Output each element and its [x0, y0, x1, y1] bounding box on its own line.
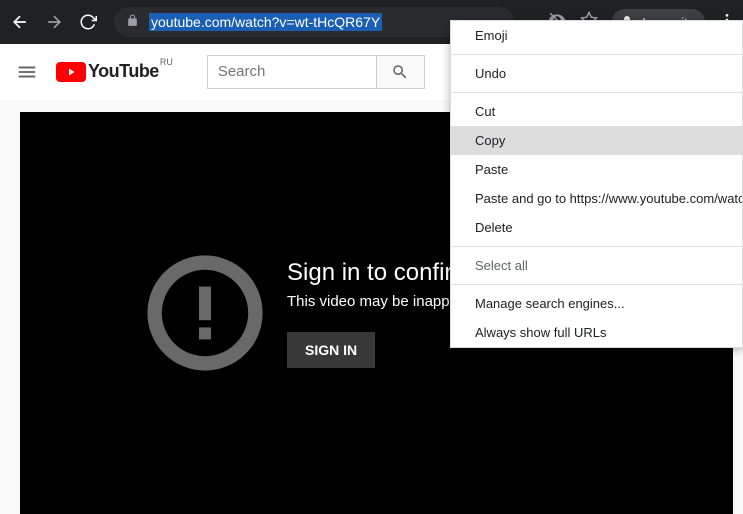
exclamation-icon — [145, 253, 265, 373]
forward-button[interactable] — [42, 10, 66, 34]
search-container — [207, 55, 425, 89]
youtube-logo[interactable]: YouTube RU — [56, 61, 159, 82]
menu-separator — [451, 92, 742, 93]
youtube-logo-text: YouTube — [88, 61, 159, 82]
hamburger-menu-icon[interactable] — [16, 61, 38, 83]
context-menu: Emoji Undo Cut Copy Paste Paste and go t… — [450, 20, 743, 348]
reload-button[interactable] — [76, 10, 100, 34]
menu-item-copy[interactable]: Copy — [451, 126, 742, 155]
menu-separator — [451, 54, 742, 55]
back-button[interactable] — [8, 10, 32, 34]
menu-item-undo[interactable]: Undo — [451, 59, 742, 88]
menu-separator — [451, 246, 742, 247]
url-text[interactable]: youtube.com/watch?v=wt-tHcQR67Y — [149, 13, 382, 31]
menu-item-full-urls[interactable]: Always show full URLs — [451, 318, 742, 347]
search-icon — [391, 63, 409, 81]
menu-item-emoji[interactable]: Emoji — [451, 21, 742, 50]
menu-item-cut[interactable]: Cut — [451, 97, 742, 126]
menu-item-paste-go[interactable]: Paste and go to https://www.youtube.com/… — [451, 184, 742, 213]
menu-item-manage-search[interactable]: Manage search engines... — [451, 289, 742, 318]
menu-item-delete[interactable]: Delete — [451, 213, 742, 242]
menu-item-select-all[interactable]: Select all — [451, 251, 742, 280]
search-input[interactable] — [207, 55, 377, 89]
menu-separator — [451, 284, 742, 285]
youtube-play-icon — [56, 62, 86, 82]
sign-in-button[interactable]: SIGN IN — [287, 332, 375, 368]
menu-item-paste[interactable]: Paste — [451, 155, 742, 184]
lock-icon — [126, 14, 139, 30]
search-button[interactable] — [377, 55, 425, 89]
youtube-region: RU — [160, 57, 173, 67]
